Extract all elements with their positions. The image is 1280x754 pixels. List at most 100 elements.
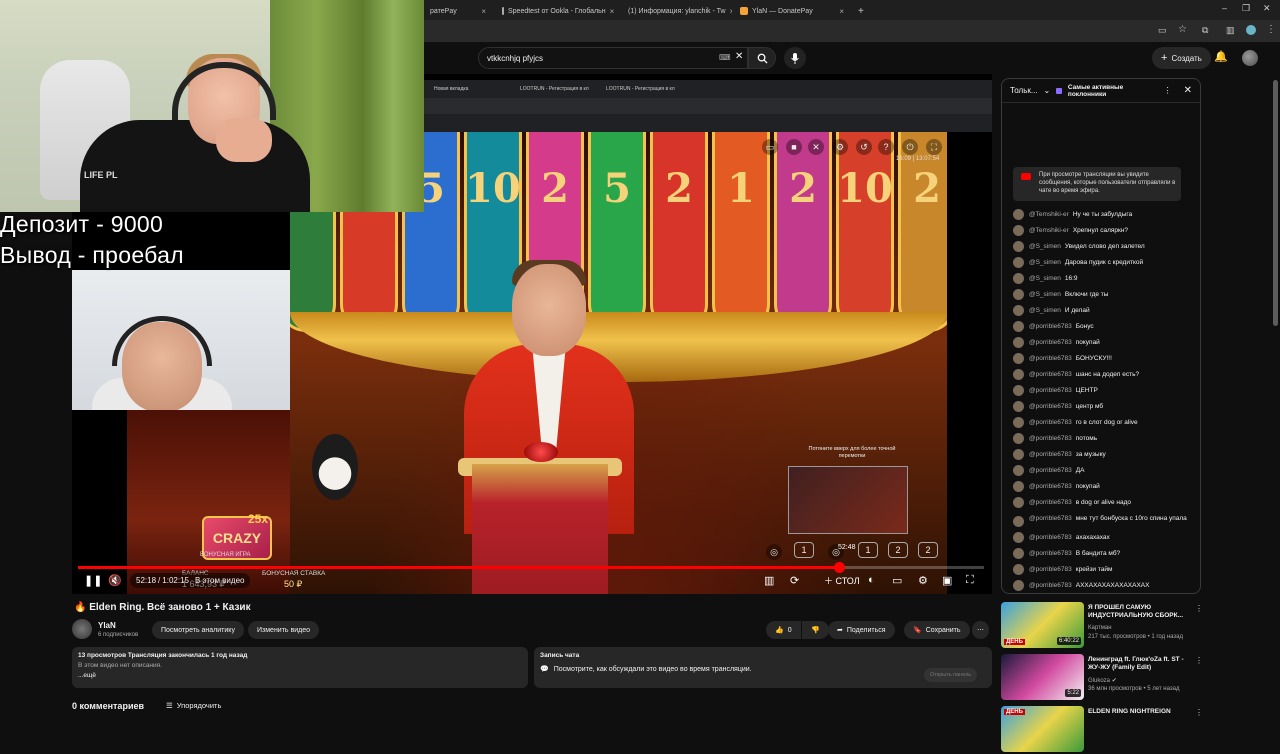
chat-author[interactable]: @porrible6783 — [1029, 467, 1072, 474]
browser-tab[interactable]: YlaN — DonatePay × — [734, 2, 850, 20]
chat-avatar[interactable] — [1013, 369, 1024, 380]
edit-video-button[interactable]: Изменить видео — [248, 621, 320, 639]
recommended-video[interactable]: 5:22 Ленинград ft. Глюк'oZa ft. ST - ЖУ-… — [1001, 654, 1203, 702]
chat-author[interactable]: @S_simen — [1029, 291, 1061, 298]
close-tab-icon[interactable]: × — [839, 7, 844, 16]
pause-icon[interactable]: ❚❚ — [84, 574, 102, 587]
close-chat-icon[interactable]: ✕ — [1184, 85, 1192, 96]
browser-tab[interactable]: ратеPay × — [424, 2, 492, 20]
close-tab-icon[interactable]: × — [481, 7, 486, 16]
chapter-label[interactable]: В этом видео — [195, 576, 245, 585]
chat-author[interactable]: @porrible6783 — [1029, 339, 1072, 346]
top-fans-filter[interactable]: Самые активные поклонники — [1068, 84, 1158, 98]
close-tab-icon[interactable]: × — [730, 7, 732, 16]
cast-icon[interactable]: ▭ — [1158, 25, 1167, 36]
chat-author[interactable]: @S_simen — [1029, 307, 1061, 314]
maximize-button[interactable]: ❐ — [1242, 3, 1250, 14]
fullscreen-icon[interactable]: ⛶ — [966, 574, 974, 587]
menu-icon[interactable]: ⋮ — [1266, 24, 1276, 35]
chat-avatar[interactable] — [1013, 305, 1024, 316]
chat-author[interactable]: @porrible6783 — [1029, 582, 1072, 589]
create-button[interactable]: + Создать — [1152, 47, 1211, 69]
more-icon[interactable]: ⋮ — [1195, 656, 1203, 665]
chat-avatar[interactable] — [1013, 532, 1024, 543]
chat-author[interactable]: @porrible6783 — [1029, 403, 1072, 410]
open-panel-button[interactable]: Открыть панель — [924, 668, 978, 682]
recommended-video[interactable]: ДЕНЬ ELDEN RING NIGHTREIGN ⋮ — [1001, 706, 1203, 754]
chat-mode-label[interactable]: Тольк... — [1010, 86, 1038, 95]
chat-author[interactable]: @porrible6783 — [1029, 483, 1072, 490]
autoplay-icon[interactable]: ⟳ — [790, 574, 799, 587]
page-scrollbar[interactable] — [1273, 80, 1278, 326]
chat-avatar[interactable] — [1013, 257, 1024, 268]
chat-author[interactable]: @S_simen — [1029, 275, 1061, 282]
more-actions-button[interactable]: ⋯ — [972, 621, 989, 639]
clear-search-icon[interactable]: ✕ — [735, 51, 743, 62]
chat-avatar[interactable] — [1013, 580, 1024, 591]
chat-author[interactable]: @porrible6783 — [1029, 515, 1072, 522]
more-icon[interactable]: ⋮ — [1164, 86, 1172, 95]
show-more-link[interactable]: ...ещё — [78, 672, 522, 679]
voice-search-button[interactable] — [784, 47, 806, 69]
chat-author[interactable]: @porrible6783 — [1029, 371, 1072, 378]
video-thumbnail[interactable]: ДЕНЬ — [1001, 706, 1084, 752]
chat-avatar[interactable] — [1013, 241, 1024, 252]
chat-avatar[interactable] — [1013, 417, 1024, 428]
chat-avatar[interactable] — [1013, 273, 1024, 284]
share-button[interactable]: ➦ Поделиться — [828, 621, 895, 639]
autoplay-toggle[interactable]: ◐ — [868, 574, 875, 586]
description-box[interactable]: 13 просмотров Трансляция закончилась 1 г… — [72, 647, 528, 688]
chapters-icon[interactable]: ▥ — [764, 574, 774, 587]
chat-author[interactable]: @porrible6783 — [1029, 550, 1072, 557]
chat-author[interactable]: @porrible6783 — [1029, 435, 1072, 442]
chat-avatar[interactable] — [1013, 353, 1024, 364]
extensions-icon[interactable]: ⧉ — [1202, 25, 1208, 36]
recommended-video[interactable]: ДЕНЬ 6:40:22 Я ПРОШЕЛ САМУЮ ИНДУСТРИАЛЬН… — [1001, 602, 1203, 650]
chat-avatar[interactable] — [1013, 465, 1024, 476]
chat-avatar[interactable] — [1013, 564, 1024, 575]
chat-avatar[interactable] — [1013, 433, 1024, 444]
sort-button[interactable]: ☰ Упорядочить — [166, 701, 221, 710]
channel-name[interactable]: YlaN — [98, 621, 116, 630]
miniplayer-icon[interactable]: ▣ — [942, 574, 952, 587]
chat-author[interactable]: @porrible6783 — [1029, 534, 1072, 541]
account-avatar[interactable] — [1242, 50, 1258, 66]
close-window-button[interactable]: ✕ — [1263, 3, 1271, 14]
chat-author[interactable]: @S_simen — [1029, 243, 1061, 250]
dislike-button[interactable]: 👎 — [802, 621, 829, 639]
chat-author[interactable]: @Temshiki-er — [1029, 227, 1069, 234]
star-icon[interactable]: ☆ — [1178, 24, 1187, 35]
browser-tab[interactable]: (1) Информация: ylanchik - Tw × — [618, 2, 732, 20]
minimize-button[interactable]: – — [1222, 3, 1227, 13]
subtitles-icon[interactable]: ▭ — [892, 574, 902, 587]
chat-author[interactable]: @Temshiki-er — [1029, 211, 1069, 218]
chevron-down-icon[interactable]: ⌄ — [1044, 86, 1051, 95]
chat-author[interactable]: @porrible6783 — [1029, 355, 1072, 362]
chat-avatar[interactable] — [1013, 516, 1024, 527]
sidebar-icon[interactable]: ▥ — [1226, 25, 1235, 36]
analytics-button[interactable]: Посмотреть аналитику — [152, 621, 244, 639]
chat-avatar[interactable] — [1013, 209, 1024, 220]
settings-icon[interactable]: ⚙ — [918, 574, 928, 587]
chat-author[interactable]: @S_simen — [1029, 259, 1061, 266]
chat-avatar[interactable] — [1013, 449, 1024, 460]
more-icon[interactable]: ⋮ — [1195, 708, 1203, 717]
chat-author[interactable]: @porrible6783 — [1029, 451, 1072, 458]
chat-avatar[interactable] — [1013, 497, 1024, 508]
chat-avatar[interactable] — [1013, 385, 1024, 396]
browser-tab[interactable]: Speedtest от Ookla - Глобальн × — [496, 2, 614, 20]
chat-avatar[interactable] — [1013, 401, 1024, 412]
save-button[interactable]: 🔖 Сохранить — [904, 621, 970, 639]
chat-avatar[interactable] — [1013, 321, 1024, 332]
chat-author[interactable]: @porrible6783 — [1029, 499, 1072, 506]
more-icon[interactable]: ⋮ — [1195, 604, 1203, 613]
progress-knob[interactable] — [834, 562, 846, 573]
chat-avatar[interactable] — [1013, 481, 1024, 492]
new-tab-button[interactable]: + — [852, 2, 868, 20]
chat-avatar[interactable] — [1013, 548, 1024, 559]
chat-author[interactable]: @porrible6783 — [1029, 419, 1072, 426]
search-button[interactable] — [748, 47, 776, 69]
channel-avatar[interactable] — [72, 619, 92, 639]
like-button[interactable]: 👍 0 — [766, 621, 801, 639]
chat-author[interactable]: @porrible6783 — [1029, 387, 1072, 394]
